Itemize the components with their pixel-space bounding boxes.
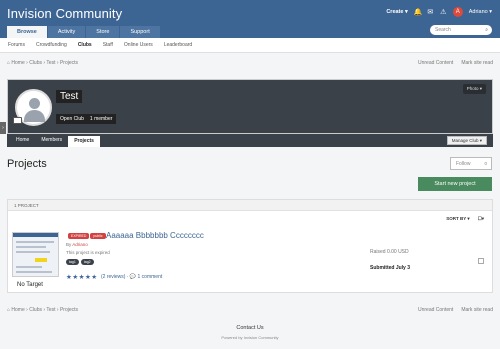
club-type: Open Club [60,116,84,122]
project-author: By Adriano [66,242,88,247]
mark-read-link[interactable]: Mark site read [461,307,493,313]
chevron-right-icon[interactable]: › [0,122,6,134]
subnav-clubs[interactable]: Clubs [78,42,92,48]
sub-nav: Forums Crowdfunding Clubs Staff Online U… [0,38,500,53]
tag-link[interactable]: tag1 [66,259,79,265]
project-list: 1 PROJECT SORT BY ▾ ☐▾ No Target EXPIRED… [7,199,493,293]
club-tab-projects[interactable]: Projects [68,136,100,147]
search-input[interactable]: Search ⌕ [430,25,492,35]
user-menu[interactable]: Adriano ▾ [469,9,492,15]
status-badge: public [90,233,106,239]
status-badge: EXPIRED [68,233,90,239]
warning-icon[interactable]: ⚠ [440,9,447,16]
manage-club-button[interactable]: Manage Club ▾ [446,136,487,145]
search-icon[interactable]: ⌕ [485,25,488,35]
project-thumbnail[interactable] [12,232,59,277]
project-tags: tag1 tag2 [66,259,96,265]
club-name: Test [56,90,83,103]
subnav-online-users[interactable]: Online Users [124,42,153,48]
contact-us-link[interactable]: Contact Us [0,325,500,331]
footer-breadcrumb-actions: Unread Content Mark site read [418,307,493,313]
follow-button[interactable]: Follow 0 [450,157,492,170]
subnav-forums[interactable]: Forums [8,42,25,48]
unread-content-link[interactable]: Unread Content [418,60,453,66]
club-cover: Test Open Club 1 member Photo ▾ [7,79,493,134]
avatar[interactable]: A [452,7,463,17]
row-checkbox[interactable] [478,258,484,264]
breadcrumb-actions: Unread Content Mark site read [418,60,493,66]
project-expired-text: This project is expired [66,250,110,255]
mark-read-link[interactable]: Mark site read [461,60,493,66]
main-nav: Browse Activity Store Support [7,26,160,38]
checkbox-menu-icon[interactable]: ☐▾ [478,216,484,222]
tag-link[interactable]: tag2 [80,259,94,265]
project-count: 1 PROJECT [8,200,492,211]
author-link[interactable]: Adriano [72,242,88,247]
follow-count: 0 [484,161,487,166]
raised-amount: Raised 0.00 USD [370,249,409,255]
status-badges: EXPIRED public [68,233,107,240]
tab-activity[interactable]: Activity [47,26,86,38]
page-title: Projects [7,158,47,170]
club-tabs: Home Members Projects Manage Club ▾ [7,134,493,147]
subnav-crowdfunding[interactable]: Crowdfunding [36,42,67,48]
footer-breadcrumb[interactable]: ⌂ Home › Clubs › Test › Projects [7,307,78,313]
site-brand[interactable]: Invision Community [7,6,122,21]
reviews-link[interactable]: (2 reviews) · 💬 1 comment [101,274,162,280]
subnav-leaderboard[interactable]: Leaderboard [164,42,192,48]
powered-by[interactable]: Powered by Invision Community [0,335,500,340]
tab-support[interactable]: Support [120,26,160,38]
tab-store[interactable]: Store [86,26,120,38]
club-tab-home[interactable]: Home [10,134,35,147]
sort-controls: SORT BY ▾ ☐▾ [446,216,484,222]
tab-browse[interactable]: Browse [7,26,47,38]
submitted-date: Submitted July 3 [370,265,411,271]
sort-by-button[interactable]: SORT BY ▾ [446,216,469,222]
create-button[interactable]: Create ▾ [386,9,407,15]
site-header: Invision Community Create ▾ 🔔 ✉ ⚠ A Adri… [0,0,500,38]
rating-stars: ★★★★★ [66,274,98,281]
subnav-staff[interactable]: Staff [103,42,113,48]
photo-button[interactable]: Photo ▾ [462,84,486,94]
start-new-project-button[interactable]: Start new project [418,177,492,191]
bell-icon[interactable]: 🔔 [414,9,423,16]
unread-content-link[interactable]: Unread Content [418,307,453,313]
club-badge-icon [13,117,22,124]
club-tab-members[interactable]: Members [35,134,68,147]
target-label: No Target [17,282,43,288]
breadcrumb[interactable]: ⌂ Home › Clubs › Test › Projects [7,60,78,66]
envelope-icon[interactable]: ✉ [427,9,434,16]
club-members[interactable]: 1 member [90,116,113,122]
project-title-link[interactable]: Aaaaaa Bbbbbbb Cccccccc [106,231,204,240]
club-meta: Open Club 1 member [56,114,117,124]
user-bar: Create ▾ 🔔 ✉ ⚠ A Adriano ▾ [386,7,492,17]
